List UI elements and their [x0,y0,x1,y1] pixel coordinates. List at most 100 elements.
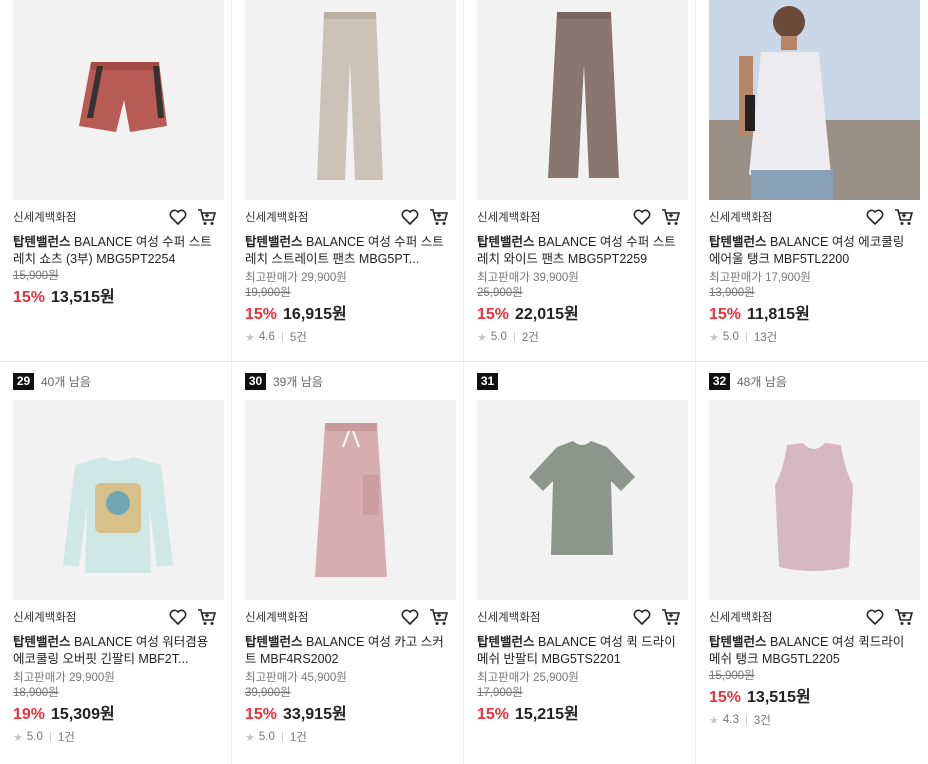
seller-name: 신세계백화점 [13,612,77,624]
sale-price: 15% 33,915원 [245,706,347,723]
heart-icon[interactable] [401,209,419,225]
product-title[interactable]: 탑텐밸런스 BALANCE 여성 수퍼 스트레치 와이드 팬츠 MBG5PT22… [477,234,683,267]
seller-name: 신세계백화점 [477,612,541,624]
seller-name: 신세계백화점 [245,212,309,224]
best-price: 최고판매가 29,900원 [13,672,115,684]
seller-name: 신세계백화점 [477,212,541,224]
heart-icon[interactable] [401,609,419,625]
best-price: 최고판매가 17,900원 [709,272,811,284]
original-price: 18,900원 [13,687,59,699]
product-image[interactable] [477,0,688,200]
sale-price: 15% 13,515원 [709,689,811,706]
cart-icon[interactable] [661,608,681,626]
product-image[interactable] [709,400,920,600]
rating: ★ 5.0 13건 [709,331,778,344]
discount-rate: 15% [245,306,278,323]
seller-name: 신세계백화점 [709,612,773,624]
discount-rate: 15% [477,306,510,323]
rating: ★ 5.0 1건 [245,731,307,744]
product-card[interactable]: 신세계백화점 탑텐밸런스 BALANCE 여성 수퍼 스트레치 쇼츠 (3부) … [0,0,232,361]
best-price: 최고판매가 39,900원 [477,272,579,284]
original-price: 25,900원 [477,287,523,299]
original-price: 15,900원 [13,270,59,282]
product-title[interactable]: 탑텐밸런스 BALANCE 여성 퀵 드라이 메쉬 반팔티 MBG5TS2201 [477,634,683,667]
discount-rate: 15% [245,706,278,723]
heart-icon[interactable] [866,209,884,225]
rating: ★ 5.0 1건 [13,731,75,744]
star-icon: ★ [13,731,23,744]
heart-icon[interactable] [169,609,187,625]
rank-badge: 32 [709,372,730,390]
product-card[interactable]: 신세계백화점 탑텐밸런스 BALANCE 여성 수퍼 스트레치 스트레이트 팬츠… [232,0,464,361]
product-card[interactable]: 29 40개 남음 신세계백화점 탑텐밸런스 BALANCE 여성 워터겸용 에… [0,362,232,764]
discount-rate: 15% [709,306,742,323]
stock-remaining: 40개 남음 [41,374,91,389]
seller-name: 신세계백화점 [245,612,309,624]
discount-rate: 19% [13,706,46,723]
product-image[interactable] [13,0,224,200]
star-icon: ★ [709,714,719,727]
product-title[interactable]: 탑텐밸런스 BALANCE 여성 수퍼 스트레치 쇼츠 (3부) MBG5PT2… [13,234,219,267]
star-icon: ★ [477,331,487,344]
star-icon: ★ [245,331,255,344]
original-price: 13,900원 [709,287,755,299]
cart-icon[interactable] [894,208,914,226]
product-image[interactable] [13,400,224,600]
sale-price: 15% 13,515원 [13,289,115,306]
product-image[interactable] [477,400,688,600]
discount-rate: 15% [709,689,742,706]
discount-rate: 15% [13,289,46,306]
stock-remaining: 48개 남음 [737,374,787,389]
sale-price: 15% 11,815원 [709,306,810,323]
product-card[interactable]: 30 39개 남음 신세계백화점 탑텐밸런스 BALANCE 여성 카고 스커트… [232,362,464,764]
heart-icon[interactable] [169,209,187,225]
cart-icon[interactable] [197,208,217,226]
cart-icon[interactable] [429,208,449,226]
rank-badge: 30 [245,372,266,390]
product-row: 신세계백화점 탑텐밸런스 BALANCE 여성 수퍼 스트레치 쇼츠 (3부) … [0,0,928,362]
cart-icon[interactable] [661,208,681,226]
product-image[interactable] [245,0,456,200]
original-price: 17,900원 [477,687,523,699]
seller-name: 신세계백화점 [13,212,77,224]
sale-price: 15% 16,915원 [245,306,347,323]
sale-price: 19% 15,309원 [13,706,115,723]
heart-icon[interactable] [633,209,651,225]
discount-rate: 15% [477,706,510,723]
product-image[interactable] [709,0,920,200]
product-grid: 신세계백화점 탑텐밸런스 BALANCE 여성 수퍼 스트레치 쇼츠 (3부) … [0,0,928,764]
product-card[interactable]: 32 48개 남음 신세계백화점 탑텐밸런스 BALANCE 여성 퀵드라이 메… [696,362,928,764]
rating: ★ 5.0 2건 [477,331,539,344]
cart-icon[interactable] [894,608,914,626]
cart-icon[interactable] [197,608,217,626]
original-price: 39,900원 [245,687,291,699]
product-title[interactable]: 탑텐밸런스 BALANCE 여성 카고 스커트 MBF4RS2002 [245,634,451,667]
rank-badge: 31 [477,372,498,390]
product-card[interactable]: 31 신세계백화점 탑텐밸런스 BALANCE 여성 퀵 드라이 메쉬 반팔티 … [464,362,696,764]
rating: ★ 4.3 3건 [709,714,771,727]
best-price: 최고판매가 25,900원 [477,672,579,684]
sale-price: 15% 15,215원 [477,706,579,723]
product-image[interactable] [245,400,456,600]
cart-icon[interactable] [429,608,449,626]
product-card[interactable]: 신세계백화점 탑텐밸런스 BALANCE 여성 에코쿨링 에어울 탱크 MBF5… [696,0,928,361]
original-price: 19,900원 [245,287,291,299]
best-price: 최고판매가 29,900원 [245,272,347,284]
seller-name: 신세계백화점 [709,212,773,224]
product-card[interactable]: 신세계백화점 탑텐밸런스 BALANCE 여성 수퍼 스트레치 와이드 팬츠 M… [464,0,696,361]
best-price: 최고판매가 45,900원 [245,672,347,684]
product-title[interactable]: 탑텐밸런스 BALANCE 여성 수퍼 스트레치 스트레이트 팬츠 MBG5PT… [245,234,451,267]
stock-remaining: 39개 남음 [273,374,323,389]
product-row: 29 40개 남음 신세계백화점 탑텐밸런스 BALANCE 여성 워터겸용 에… [0,362,928,764]
rank-badge: 29 [13,372,34,390]
product-title[interactable]: 탑텐밸런스 BALANCE 여성 퀵드라이 메쉬 탱크 MBG5TL2205 [709,634,916,667]
product-title[interactable]: 탑텐밸런스 BALANCE 여성 에코쿨링 에어울 탱크 MBF5TL2200 [709,234,916,267]
star-icon: ★ [245,731,255,744]
heart-icon[interactable] [633,609,651,625]
heart-icon[interactable] [866,609,884,625]
original-price: 15,900원 [709,670,755,682]
product-title[interactable]: 탑텐밸런스 BALANCE 여성 워터겸용 에코쿨링 오버핏 긴팔티 MBF2T… [13,634,219,667]
sale-price: 15% 22,015원 [477,306,579,323]
star-icon: ★ [709,331,719,344]
rating: ★ 4.6 5건 [245,331,307,344]
